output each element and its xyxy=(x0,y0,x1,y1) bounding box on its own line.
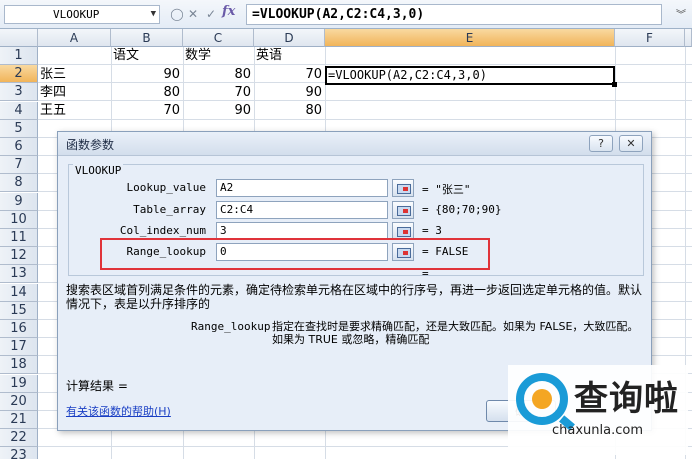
column-header-f[interactable]: F xyxy=(615,29,685,47)
row-header[interactable]: 18 xyxy=(0,356,38,374)
column-header-b[interactable]: B xyxy=(111,29,183,47)
enter-icon[interactable]: ✓ xyxy=(202,5,220,23)
row-header[interactable]: 16 xyxy=(0,320,38,338)
cell-b2[interactable]: 90 xyxy=(111,66,183,84)
row-header[interactable]: 4 xyxy=(0,102,38,120)
dialog-title: 函数参数 xyxy=(66,138,115,152)
arg-input-lookup-value[interactable]: A2 xyxy=(216,179,388,197)
function-description: 搜索表区域首列满足条件的元素，确定待检索单元格在区域中的行序号，再进一步返回选定… xyxy=(66,283,643,311)
column-header-a[interactable]: A xyxy=(38,29,111,47)
row-header[interactable]: 6 xyxy=(0,138,38,156)
formula-input[interactable]: =VLOOKUP(A2,C2:C4,3,0) xyxy=(246,4,662,25)
calc-result: 计算结果 = xyxy=(66,379,128,393)
magnifier-logo-icon xyxy=(516,373,575,431)
help-button[interactable]: ? xyxy=(589,135,613,152)
row-header[interactable]: 23 xyxy=(0,447,38,459)
cell-b1[interactable]: 语文 xyxy=(113,47,183,65)
arg-description: 指定在查找时是要求精确匹配，还是大致匹配。如果为 FALSE，大致匹配。如果为 … xyxy=(272,320,639,346)
watermark: 查询啦 chaxunla.com xyxy=(508,365,688,455)
collapse-dialog-icon[interactable] xyxy=(392,201,414,219)
row-header[interactable]: 10 xyxy=(0,211,38,229)
cell-d2[interactable]: 70 xyxy=(254,66,325,84)
collapse-dialog-icon[interactable] xyxy=(392,179,414,197)
column-header-g[interactable] xyxy=(685,29,692,47)
highlight-box xyxy=(100,238,490,270)
row-header[interactable]: 8 xyxy=(0,174,38,192)
cell-c4[interactable]: 90 xyxy=(183,102,254,120)
cancel-icon[interactable]: ✕ xyxy=(184,5,202,23)
arg-result-col-index-num: = 3 xyxy=(422,224,442,237)
column-header-d[interactable]: D xyxy=(254,29,325,47)
cell-c2[interactable]: 80 xyxy=(183,66,254,84)
cell-c1[interactable]: 数学 xyxy=(185,47,254,65)
row-header[interactable]: 15 xyxy=(0,302,38,320)
cell-d3[interactable]: 90 xyxy=(254,84,325,102)
close-button[interactable]: ✕ xyxy=(619,135,643,152)
cell-d1[interactable]: 英语 xyxy=(256,47,325,65)
arg-label-lookup-value: Lookup_value xyxy=(126,181,206,194)
arg-label-table-array: Table_array xyxy=(133,203,206,216)
name-box-value: VLOOKUP xyxy=(53,8,100,21)
chevron-down-icon[interactable]: ▼ xyxy=(151,6,156,23)
arg-description-name: Range_lookup xyxy=(191,320,271,333)
insert-function-icon[interactable]: fx xyxy=(222,4,235,19)
active-cell-text: =VLOOKUP(A2,C2:C4,3,0) xyxy=(328,68,487,82)
row-header[interactable]: 9 xyxy=(0,193,38,211)
dialog-titlebar[interactable]: 函数参数 ? ✕ xyxy=(58,132,651,156)
row-header[interactable]: 17 xyxy=(0,338,38,356)
watermark-brand: 查询啦 xyxy=(574,379,679,419)
cell-a2[interactable]: 张三 xyxy=(40,66,111,84)
expand-formula-icon[interactable]: ︾ xyxy=(676,6,686,21)
formula-bar: VLOOKUP ▼ ◯ ✕ ✓ fx =VLOOKUP(A2,C2:C4,3,0… xyxy=(0,0,692,29)
arg-label-col-index-num: Col_index_num xyxy=(119,224,206,237)
cell-d4[interactable]: 80 xyxy=(254,102,325,120)
cell-b4[interactable]: 70 xyxy=(111,102,183,120)
arg-result-lookup-value: = "张三" xyxy=(422,183,471,196)
arg-input-table-array[interactable]: C2:C4 xyxy=(216,201,388,219)
function-help-link[interactable]: 有关该函数的帮助(H) xyxy=(66,403,171,419)
function-result-equals: = xyxy=(422,267,429,280)
row-header[interactable]: 20 xyxy=(0,393,38,411)
arg-result-table-array: = {80;70;90} xyxy=(422,203,502,216)
row-header[interactable]: 12 xyxy=(0,247,38,265)
row-header[interactable]: 5 xyxy=(0,120,38,138)
row-header[interactable]: 19 xyxy=(0,375,38,393)
row-header[interactable]: 3 xyxy=(0,83,38,101)
column-header-c[interactable]: C xyxy=(183,29,254,47)
row-header[interactable]: 22 xyxy=(0,429,38,447)
fill-handle[interactable] xyxy=(612,82,617,87)
row-header[interactable]: 1 xyxy=(0,47,38,65)
row-header[interactable]: 13 xyxy=(0,265,38,283)
active-cell-e2[interactable]: =VLOOKUP(A2,C2:C4,3,0) xyxy=(325,66,617,87)
watermark-site: chaxunla.com xyxy=(552,423,643,438)
function-name: VLOOKUP xyxy=(73,164,124,177)
name-box[interactable]: VLOOKUP ▼ xyxy=(4,5,160,24)
cell-b3[interactable]: 80 xyxy=(111,84,183,102)
select-all-corner[interactable] xyxy=(0,29,38,47)
row-header[interactable]: 14 xyxy=(0,284,38,302)
cell-a4[interactable]: 王五 xyxy=(40,102,111,120)
row-header[interactable]: 2 xyxy=(0,65,38,83)
row-header[interactable]: 11 xyxy=(0,229,38,247)
column-header-e[interactable]: E xyxy=(325,29,615,47)
row-header[interactable]: 7 xyxy=(0,156,38,174)
row-header[interactable]: 21 xyxy=(0,411,38,429)
cell-a3[interactable]: 李四 xyxy=(40,84,111,102)
cell-c3[interactable]: 70 xyxy=(183,84,254,102)
